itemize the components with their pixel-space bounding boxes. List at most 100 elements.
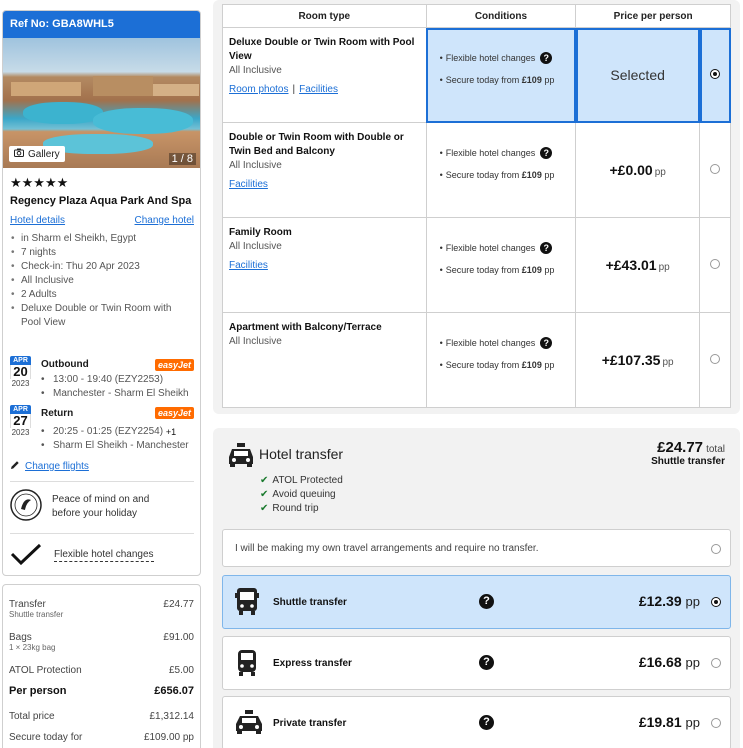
- private-transfer-radio[interactable]: [711, 718, 721, 728]
- camera-icon: [14, 148, 24, 160]
- peace-text: Peace of mind on and before your holiday: [52, 493, 150, 519]
- shuttle-transfer-price: £12.39 pp: [638, 593, 700, 609]
- gallery-label: Gallery: [28, 148, 60, 160]
- bus-icon: [235, 587, 259, 620]
- detail-guests: 2 Adults: [11, 288, 194, 302]
- private-transfer-label: Private transfer: [273, 718, 347, 729]
- easyjet-logo: easyJet: [154, 359, 194, 371]
- room-row[interactable]: Deluxe Double or Twin Room with Pool Vie…: [222, 27, 731, 123]
- transfer-title: Hotel transfer: [259, 446, 344, 462]
- help-icon[interactable]: ?: [479, 655, 494, 670]
- per-person-row: Per person £656.07: [9, 685, 194, 697]
- conditions-cell: • Flexible hotel changes? • Secure today f…: [425, 27, 576, 123]
- room-row[interactable]: Family Room All Inclusive Facilities • Fl…: [222, 217, 731, 313]
- room-radio[interactable]: [710, 68, 721, 79]
- price-cell[interactable]: +£0.00 pp: [575, 122, 701, 218]
- room-photos-link[interactable]: Room photos: [229, 84, 288, 95]
- return-times: 20:25 - 01:25 (EZY2254) +1: [41, 425, 189, 439]
- conditions-cell: • Flexible hotel changes? • Secure today f…: [425, 217, 577, 313]
- help-icon[interactable]: ?: [540, 242, 553, 254]
- return-details: 20:25 - 01:25 (EZY2254) +1 Sharm El Shei…: [41, 425, 189, 453]
- hotel-details-list: in Sharm el Sheikh, Egypt 7 nights Check…: [3, 226, 200, 330]
- facilities-link[interactable]: Facilities: [299, 84, 338, 95]
- facilities-link[interactable]: Facilities: [229, 260, 268, 271]
- conditions-cell: • Flexible hotel changes? • Secure today f…: [425, 312, 577, 408]
- room-table-header: Room type Conditions Price per person: [222, 4, 731, 28]
- room-row[interactable]: Apartment with Balcony/Terrace All Inclu…: [222, 312, 731, 408]
- conditions-cell: • Flexible hotel changes? • Secure today f…: [425, 122, 577, 218]
- room-radio-cell[interactable]: [699, 217, 731, 313]
- room-radio[interactable]: [710, 258, 721, 269]
- detail-nights: 7 nights: [11, 246, 194, 260]
- room-radio-cell[interactable]: [699, 122, 731, 218]
- pencil-icon: [10, 460, 20, 473]
- change-hotel-link[interactable]: Change hotel: [135, 215, 195, 226]
- divider: [10, 481, 194, 482]
- transfer-panel: Hotel transfer £24.77 total Shuttle tran…: [213, 428, 740, 748]
- room-radio-cell[interactable]: [699, 27, 731, 123]
- atol-logo-icon: [10, 489, 42, 524]
- atol-row: ATOL Protection £5.00: [9, 665, 194, 676]
- help-icon[interactable]: ?: [479, 715, 494, 730]
- outbound-label: Outbound: [41, 359, 89, 370]
- help-icon[interactable]: ?: [540, 337, 553, 349]
- help-icon[interactable]: ?: [540, 52, 553, 64]
- hotel-photo[interactable]: Gallery 1 / 8: [3, 38, 200, 168]
- taxi-icon: [235, 710, 263, 739]
- price-cell[interactable]: +£43.01 pp: [575, 217, 701, 313]
- check-icon: [10, 543, 42, 568]
- next-day-indicator: +1: [165, 427, 177, 437]
- bags-row: Bags 1 × 23kg bag £91.00: [9, 632, 194, 652]
- outbound-route: Manchester - Sharm El Sheikh: [41, 387, 189, 401]
- room-radio-cell[interactable]: [699, 312, 731, 408]
- help-icon[interactable]: ?: [540, 147, 553, 159]
- no-transfer-radio[interactable]: [711, 544, 721, 554]
- room-type-cell: Double or Twin Room with Double or Twin …: [222, 122, 427, 218]
- room-type-cell: Family Room All Inclusive Facilities: [222, 217, 427, 313]
- private-transfer-option[interactable]: Private transfer ? £19.81 pp: [222, 696, 731, 748]
- facilities-link[interactable]: Facilities: [229, 179, 268, 190]
- change-flights-link[interactable]: Change flights: [10, 460, 89, 473]
- easyjet-logo: easyJet: [154, 407, 194, 419]
- no-transfer-option[interactable]: I will be making my own travel arrangeme…: [222, 529, 731, 567]
- room-radio[interactable]: [710, 353, 721, 364]
- car-icon: [235, 648, 259, 681]
- booking-reference: Ref No: GBA8WHL5: [3, 11, 200, 38]
- booking-summary-card: Ref No: GBA8WHL5 Gallery 1 / 8 ★★★★★ Reg…: [2, 10, 201, 576]
- return-route: Sharm El Sheikh - Manchester: [41, 439, 189, 453]
- room-radio[interactable]: [710, 163, 721, 174]
- flexible-hotel-changes-label[interactable]: Flexible hotel changes: [54, 549, 154, 562]
- detail-checkin: Check-in: Thu 20 Apr 2023: [11, 260, 194, 274]
- transfer-benefits: ✔ ATOL Protected ✔ Avoid queuing ✔ Round tr…: [260, 474, 343, 516]
- room-table: Room type Conditions Price per person De…: [222, 4, 731, 408]
- hotel-details-link[interactable]: Hotel details: [10, 215, 65, 226]
- transfer-total: £24.77 total Shuttle transfer: [651, 439, 725, 467]
- detail-room: Deluxe Double or Twin Room with Pool Vie…: [11, 302, 194, 330]
- room-selection-panel: Room type Conditions Price per person De…: [213, 0, 740, 414]
- outbound-date-badge: APR 20 2023: [10, 356, 31, 388]
- express-transfer-radio[interactable]: [711, 658, 721, 668]
- room-type-cell: Deluxe Double or Twin Room with Pool Vie…: [222, 27, 427, 123]
- price-cell[interactable]: Selected: [575, 27, 701, 123]
- price-cell[interactable]: +£107.35 pp: [575, 312, 701, 408]
- benefit-item: ✔ Avoid queuing: [260, 489, 336, 500]
- shuttle-transfer-option[interactable]: Shuttle transfer ? £12.39 pp: [222, 575, 731, 629]
- express-transfer-label: Express transfer: [273, 658, 352, 669]
- divider: [10, 533, 194, 534]
- express-transfer-option[interactable]: Express transfer ? £16.68 pp: [222, 636, 731, 690]
- hotel-name: Regency Plaza Aqua Park And Spa: [10, 195, 192, 207]
- check-icon: ✔: [260, 489, 269, 500]
- help-icon[interactable]: ?: [479, 594, 494, 609]
- no-transfer-label: I will be making my own travel arrangeme…: [235, 543, 539, 554]
- room-row[interactable]: Double or Twin Room with Double or Twin …: [222, 122, 731, 218]
- express-transfer-price: £16.68 pp: [638, 654, 700, 670]
- header-conditions: Conditions: [425, 4, 577, 28]
- private-transfer-price: £19.81 pp: [638, 714, 700, 730]
- price-summary: Transfer Shuttle transfer £24.77 Bags 1 × …: [2, 584, 201, 748]
- room-type-cell: Apartment with Balcony/Terrace All Inclu…: [222, 312, 427, 408]
- shuttle-transfer-radio[interactable]: [711, 597, 721, 607]
- peace-of-mind: Peace of mind on and before your holiday: [10, 489, 162, 524]
- flexible-hotel-changes[interactable]: Flexible hotel changes: [10, 543, 154, 568]
- total-price-row: Total price £1,312.14: [9, 711, 194, 722]
- gallery-button[interactable]: Gallery: [9, 146, 65, 162]
